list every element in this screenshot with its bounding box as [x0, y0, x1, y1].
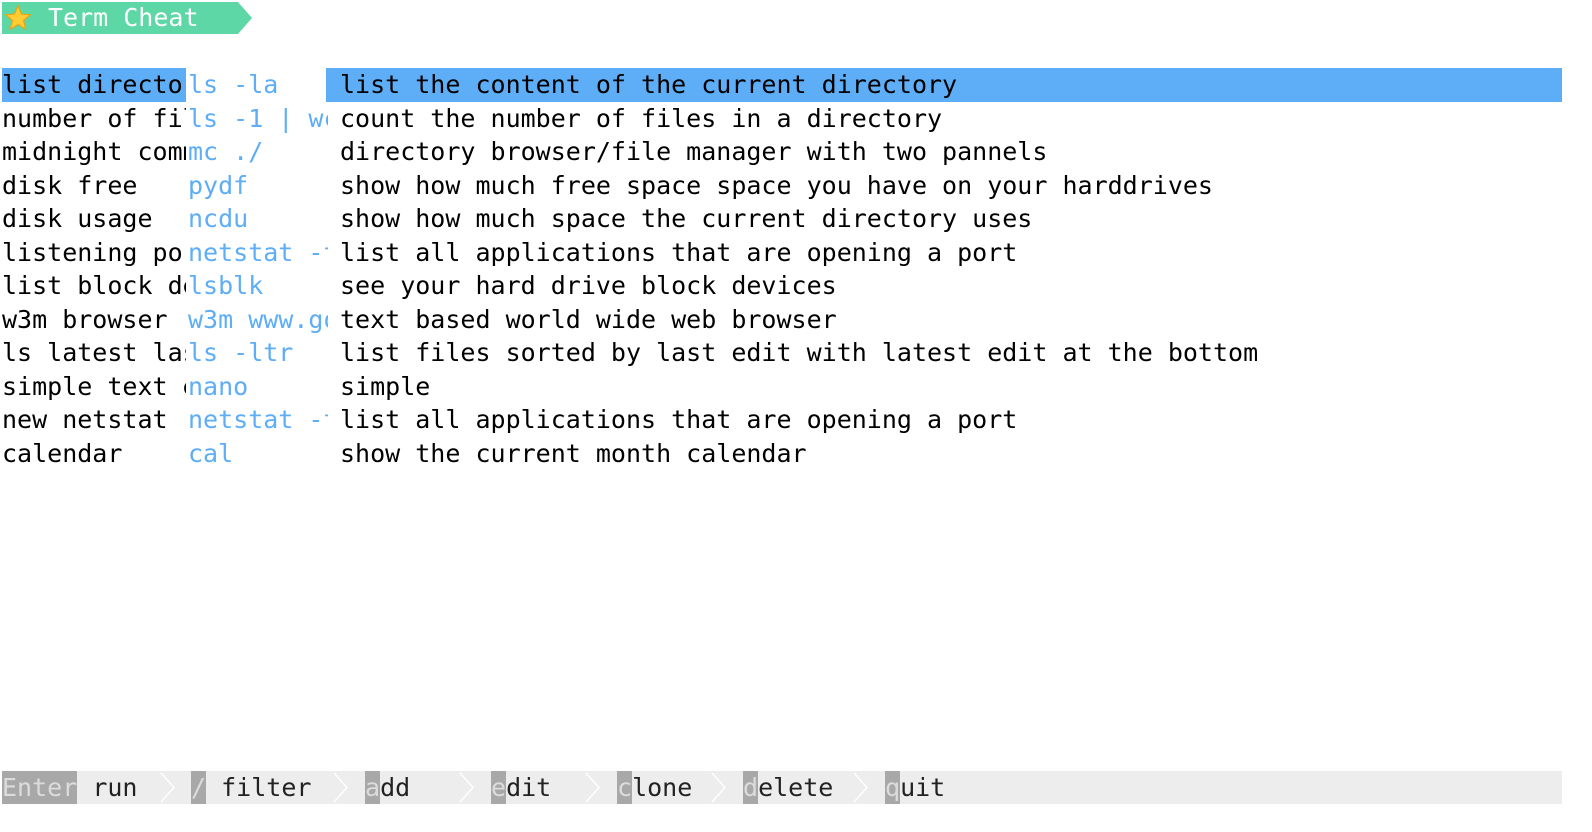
- hint-dit[interactable]: e dit: [491, 771, 551, 804]
- command-description: directory browser/file manager with two …: [340, 137, 1048, 166]
- command-text: ls -1 | wc -l: [188, 103, 328, 133]
- command-text: netstat -tulpn: [188, 405, 328, 434]
- chevron-right-icon: [160, 772, 176, 803]
- command-text: cal: [188, 438, 234, 468]
- command-row[interactable]: list block deviclsblk see your hard drive…: [2, 269, 1562, 303]
- chevron-right-icon: [333, 772, 349, 803]
- hint-key: a: [365, 771, 381, 804]
- command-row[interactable]: calendar cal show the current month calend…: [2, 437, 1562, 471]
- chevron-right-icon: [853, 772, 869, 803]
- command-row[interactable]: new netstat netstat -tulpn list all applic…: [2, 403, 1562, 437]
- command-name: disk free: [2, 170, 138, 200]
- command-row[interactable]: w3m browser w3m www.google.c text based wo…: [2, 303, 1562, 337]
- command-text: w3m www.google.c: [188, 304, 328, 334]
- hint-key: q: [885, 771, 901, 804]
- command-row[interactable]: number of filesls -1 | wc -l count the nu…: [2, 102, 1562, 136]
- command-name: calendar: [2, 438, 123, 468]
- command-text: pydf: [188, 170, 249, 200]
- command-name: number of files: [2, 103, 186, 133]
- command-text: nano: [188, 371, 249, 401]
- command-text: mc ./: [188, 137, 264, 166]
- hint-key: /: [191, 771, 207, 804]
- command-name: disk usage: [2, 204, 153, 233]
- command-description: text based world wide web browser: [340, 304, 837, 334]
- command-name: w3m browser: [2, 304, 168, 334]
- command-description: show how much space the current director…: [340, 204, 1033, 233]
- hint-label: elete: [758, 773, 834, 802]
- hint-uit[interactable]: q uit: [885, 771, 945, 804]
- command-description: show how much free space space you have …: [340, 170, 1213, 200]
- command-name: list block devic: [2, 271, 186, 300]
- hint-key: d: [743, 771, 759, 804]
- hint-key: Enter: [2, 771, 78, 804]
- command-name: new netstat: [2, 405, 168, 434]
- command-name: midnight command: [2, 137, 186, 166]
- command-text: ls -la: [188, 70, 279, 99]
- command-row[interactable]: listening portsnetstat -tulpn list all ap…: [2, 236, 1562, 270]
- chevron-right-icon: [711, 772, 727, 803]
- command-row[interactable]: disk free pydf show how much free space sp…: [2, 169, 1562, 203]
- command-list[interactable]: list directoryls -la list the content of …: [2, 68, 1562, 470]
- hint-key: e: [491, 771, 507, 804]
- app-title: Term Cheat: [48, 3, 199, 32]
- hint-dd[interactable]: a dd: [365, 771, 410, 804]
- hint-elete[interactable]: d elete: [743, 771, 833, 804]
- command-text: lsblk: [188, 271, 264, 300]
- hint-label: dit: [506, 773, 552, 802]
- chevron-right-icon: [459, 772, 475, 803]
- app-title-tab: Term Cheat: [2, 2, 252, 34]
- footer-keybar: Enter run / filter a dd e dit c lone d elete q uit: [2, 771, 1562, 804]
- hint-run[interactable]: Enter run: [2, 771, 137, 804]
- hint-lone[interactable]: c lone: [617, 771, 692, 804]
- command-name: ls latest last: [2, 338, 186, 367]
- command-row[interactable]: midnight commandmc ./ directory browser/f…: [2, 135, 1562, 169]
- hint-label: dd: [380, 773, 411, 802]
- command-description: count the number of files in a directory: [340, 103, 943, 133]
- command-description: list all applications that are opening a…: [340, 237, 1018, 267]
- command-text: ncdu: [188, 204, 249, 233]
- command-row[interactable]: ls latest lastls -ltr list files sorted b…: [2, 336, 1562, 370]
- chevron-right-icon: [585, 772, 601, 803]
- star-icon: [4, 4, 32, 31]
- command-description: see your hard drive block devices: [340, 271, 837, 300]
- command-row[interactable]: simple text editnano simple: [2, 370, 1562, 404]
- hint-key: c: [617, 771, 633, 804]
- command-name: listening ports: [2, 237, 186, 267]
- hint-label: filter: [206, 773, 312, 802]
- hint-label: run: [77, 773, 138, 802]
- hint-label: lone: [632, 773, 693, 802]
- command-text: netstat -tulpn: [188, 237, 328, 267]
- hint-filter[interactable]: / filter: [191, 771, 311, 804]
- command-description: list files sorted by last edit with late…: [340, 338, 1259, 367]
- command-description: list all applications that are opening a…: [340, 405, 1018, 434]
- command-text: ls -ltr: [188, 338, 294, 367]
- command-description: show the current month calendar: [340, 438, 807, 468]
- command-row[interactable]: disk usage ncdu show how much space the cu…: [2, 202, 1562, 236]
- hint-label: uit: [900, 773, 946, 802]
- command-description: list the content of the current director…: [326, 68, 1562, 102]
- command-row-selected[interactable]: list directoryls -la list the content of …: [2, 68, 1562, 102]
- command-description: simple: [340, 371, 431, 401]
- command-name: list directory: [2, 68, 186, 102]
- command-name: simple text edit: [2, 371, 186, 401]
